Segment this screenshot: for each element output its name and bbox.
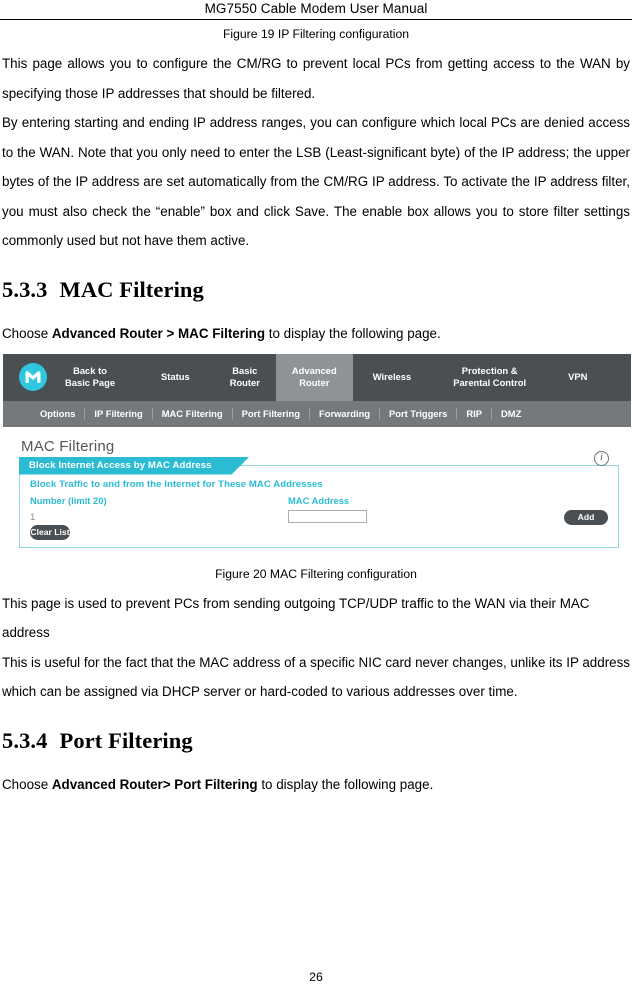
brand-logo-container bbox=[9, 354, 53, 401]
column-header-number: Number (limit 20) bbox=[30, 494, 107, 506]
figure-19-caption: Figure 19 IP Filtering configuration bbox=[222, 27, 410, 41]
nav-item-basic-router[interactable]: Basic Router bbox=[214, 354, 276, 401]
choose-prefix: Choose bbox=[2, 776, 52, 792]
paragraph-mac-filtering-intro: This page is used to prevent PCs from se… bbox=[2, 595, 590, 641]
table-column-number: Number (limit 20) 1 bbox=[30, 495, 288, 525]
paragraph-ip-filtering-detail: By entering starting and ending IP addre… bbox=[2, 115, 630, 248]
mac-address-input[interactable] bbox=[288, 509, 367, 523]
motorola-batwing-icon bbox=[19, 363, 47, 391]
subnav-item-port-triggers[interactable]: Port Triggers bbox=[380, 407, 458, 420]
choose-prefix: Choose bbox=[2, 325, 52, 341]
running-header-title: MG7550 Cable Modem User Manual bbox=[204, 1, 428, 16]
choose-menu-path: Advanced Router> Port Filtering bbox=[51, 776, 258, 792]
section-number: 5.3.4 bbox=[2, 727, 48, 753]
subnav-item-forwarding[interactable]: Forwarding bbox=[310, 407, 381, 420]
figure-20-caption: Figure 20 MAC Filtering configuration bbox=[215, 566, 417, 581]
paragraph-mac-filtering-detail: This is useful for the fact that the MAC… bbox=[2, 654, 630, 700]
subnav-item-rip[interactable]: RIP bbox=[457, 407, 493, 420]
running-header: MG7550 Cable Modem User Manual bbox=[0, 0, 632, 17]
figure-20-router-screenshot: Back to Basic Page Status Basic Router A… bbox=[3, 353, 631, 560]
table-column-mac-address: MAC Address bbox=[288, 495, 503, 523]
paragraph-ip-filtering-intro: This page allows you to configure the CM… bbox=[2, 56, 630, 101]
choose-menu-path: Advanced Router > MAC Filtering bbox=[51, 325, 266, 341]
add-button[interactable]: Add bbox=[564, 509, 608, 525]
nav-item-advanced-router[interactable]: Advanced Router bbox=[275, 353, 353, 401]
page-body: Figure 19 IP Filtering configuration Thi… bbox=[0, 20, 632, 796]
table-row-number-value: 1 bbox=[30, 511, 36, 523]
section-heading-5-3-3: 5.3.3 MAC Filtering bbox=[2, 275, 630, 305]
info-circle-icon[interactable]: i bbox=[594, 450, 609, 466]
nav-item-vpn[interactable]: VPN bbox=[548, 354, 607, 401]
subnav-item-ip-filtering[interactable]: IP Filtering bbox=[85, 407, 153, 420]
nav-item-status[interactable]: Status bbox=[127, 354, 214, 401]
mac-filtering-card: Block Internet Access by MAC Address i B… bbox=[19, 450, 619, 548]
choose-suffix: to display the following page. bbox=[257, 776, 434, 792]
page-number: 26 bbox=[309, 970, 323, 984]
choose-instruction-port-filtering: Choose Advanced Router> Port Filtering t… bbox=[2, 774, 630, 796]
panel-title: MAC Filtering bbox=[21, 437, 115, 455]
column-header-mac-address: MAC Address bbox=[288, 494, 350, 506]
subnav-item-mac-filtering[interactable]: MAC Filtering bbox=[153, 407, 233, 420]
card-inner: Block Traffic to and from the Internet f… bbox=[20, 466, 618, 547]
section-number: 5.3.3 bbox=[2, 276, 48, 302]
mac-address-table: Number (limit 20) 1 MAC Address Add bbox=[30, 495, 608, 525]
clear-list-button[interactable]: Clear List bbox=[30, 524, 70, 540]
choose-suffix: to display the following page. bbox=[265, 325, 441, 341]
subnav-item-dmz[interactable]: DMZ bbox=[492, 408, 530, 420]
nav-item-protection-parental-control[interactable]: Protection & Parental Control bbox=[431, 354, 548, 401]
nav-item-back-to-basic-page[interactable]: Back to Basic Page bbox=[53, 354, 127, 401]
router-primary-nav: Back to Basic Page Status Basic Router A… bbox=[3, 353, 631, 401]
nav-item-wireless[interactable]: Wireless bbox=[353, 354, 431, 401]
section-heading-5-3-4: 5.3.4 Port Filtering bbox=[2, 726, 630, 756]
router-secondary-nav: Options IP Filtering MAC Filtering Port … bbox=[3, 400, 631, 427]
router-content-panel: MAC Filtering Block Internet Access by M… bbox=[3, 426, 631, 560]
choose-instruction-mac-filtering: Choose Advanced Router > MAC Filtering t… bbox=[2, 323, 630, 345]
subnav-item-options[interactable]: Options bbox=[31, 407, 86, 420]
section-title: Port Filtering bbox=[59, 727, 193, 753]
subnav-item-port-filtering[interactable]: Port Filtering bbox=[233, 407, 310, 420]
section-title: MAC Filtering bbox=[59, 276, 204, 302]
card-heading: Block Traffic to and from the Internet f… bbox=[30, 478, 323, 490]
